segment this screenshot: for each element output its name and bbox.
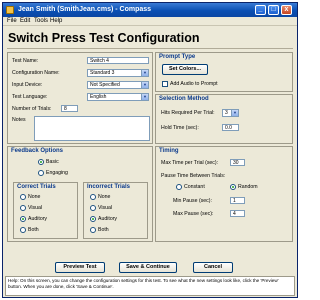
feedback-options-title: Feedback Options — [11, 148, 64, 154]
incorrect-visual-radio[interactable] — [90, 205, 96, 211]
menu-bar: File Edit Tools Help — [3, 17, 297, 26]
help-text: Help: On this screen, you can change the… — [5, 276, 295, 296]
selection-method-title: Selection Method — [159, 96, 209, 102]
selection-method-panel: Selection Method Hits Required Per Trial… — [155, 94, 293, 144]
input-device-label: Input Device: — [12, 82, 43, 88]
test-language-select[interactable]: English ▼ — [87, 93, 149, 101]
feedback-options-panel: Feedback Options Basic Engaging Correct … — [7, 146, 153, 242]
incorrect-none-label: None — [98, 194, 111, 200]
app-icon — [6, 6, 14, 14]
incorrect-auditory-radio[interactable] — [90, 216, 96, 222]
pause-time-label: Pause Time Between Trials: — [161, 173, 226, 179]
min-pause-label: Min Pause (sec): — [173, 198, 212, 204]
menu-help[interactable]: Help — [50, 18, 62, 24]
timing-title: Timing — [159, 148, 179, 154]
notes-label: Notes — [12, 117, 26, 123]
pause-random-radio[interactable] — [230, 184, 236, 190]
chevron-down-icon[interactable]: ▼ — [231, 110, 238, 116]
correct-none-label: None — [28, 194, 41, 200]
correct-none-radio[interactable] — [20, 194, 26, 200]
configuration-name-select[interactable]: Standard 3 ▼ — [87, 69, 149, 77]
timing-panel: Timing Max Time per Trial (sec): 30 Paus… — [155, 146, 293, 242]
incorrect-both-label: Both — [98, 227, 109, 233]
title-bar[interactable]: Jean Smith (SmithJean.cms) - Compass _ □… — [3, 3, 297, 17]
pause-constant-label: Constant — [184, 184, 205, 190]
test-details-panel: Test Name: Switch 4 Configuration Name: … — [7, 52, 153, 144]
test-language-label: Test Language: — [12, 94, 48, 100]
hits-required-label: Hits Required Per Trial: — [161, 110, 215, 116]
pause-constant-radio[interactable] — [176, 184, 182, 190]
input-device-value: Not Specified — [90, 82, 120, 88]
number-of-trials-label: Number of Trials: — [12, 106, 52, 112]
min-pause-field[interactable]: 1 — [230, 197, 245, 204]
menu-file[interactable]: File — [7, 18, 17, 24]
menu-tools[interactable]: Tools — [34, 18, 48, 24]
correct-auditory-radio[interactable] — [20, 216, 26, 222]
feedback-basic-label: Basic — [46, 159, 59, 165]
close-button[interactable]: x — [281, 5, 292, 15]
configuration-name-value: Standard 3 — [90, 70, 115, 76]
max-time-label: Max Time per Trial (sec): — [161, 160, 219, 166]
correct-auditory-label: Auditory — [28, 216, 48, 222]
correct-visual-radio[interactable] — [20, 205, 26, 211]
notes-textarea[interactable] — [34, 116, 150, 141]
correct-visual-label: Visual — [28, 205, 43, 211]
window-title: Jean Smith (SmithJean.cms) - Compass — [18, 6, 152, 13]
incorrect-auditory-label: Auditory — [98, 216, 118, 222]
menu-edit[interactable]: Edit — [20, 18, 30, 24]
max-time-field[interactable]: 30 — [230, 159, 245, 166]
chevron-down-icon[interactable]: ▼ — [141, 94, 148, 100]
test-name-field[interactable]: Switch 4 — [87, 57, 149, 64]
max-pause-label: Max Pause (sec): — [173, 211, 214, 217]
title-divider — [7, 48, 293, 49]
feedback-basic-radio[interactable] — [38, 159, 44, 165]
test-language-value: English — [90, 94, 107, 100]
hits-required-select[interactable]: 3 ▼ — [222, 109, 239, 117]
add-audio-checkbox[interactable] — [162, 81, 168, 87]
correct-trials-title: Correct Trials — [17, 184, 56, 190]
incorrect-visual-label: Visual — [98, 205, 113, 211]
incorrect-both-radio[interactable] — [90, 227, 96, 233]
hold-time-field[interactable]: 0.0 — [222, 124, 239, 131]
correct-both-label: Both — [28, 227, 39, 233]
feedback-engaging-label: Engaging — [46, 170, 68, 176]
incorrect-trials-title: Incorrect Trials — [87, 184, 131, 190]
prompt-type-title: Prompt Type — [159, 54, 196, 60]
incorrect-none-radio[interactable] — [90, 194, 96, 200]
incorrect-trials-panel: Incorrect Trials None Visual Auditory Bo… — [83, 182, 148, 239]
minimize-button[interactable]: _ — [255, 5, 266, 15]
test-name-label: Test Name: — [12, 58, 39, 64]
maximize-button[interactable]: □ — [268, 5, 279, 15]
configuration-name-label: Configuration Name: — [12, 70, 60, 76]
preview-test-button[interactable]: Preview Test — [55, 262, 105, 273]
chevron-down-icon[interactable]: ▼ — [141, 70, 148, 76]
correct-trials-panel: Correct Trials None Visual Auditory Both — [13, 182, 78, 239]
max-pause-field[interactable]: 4 — [230, 210, 245, 217]
hold-time-label: Hold Time (sec): — [161, 125, 199, 131]
number-of-trials-field[interactable]: 8 — [61, 105, 78, 112]
add-audio-label: Add Audio to Prompt — [170, 81, 218, 87]
page-title: Switch Press Test Configuration — [8, 31, 200, 45]
correct-both-radio[interactable] — [20, 227, 26, 233]
chevron-down-icon[interactable]: ▼ — [141, 82, 148, 88]
application-window: Jean Smith (SmithJean.cms) - Compass _ □… — [2, 2, 298, 298]
hits-required-value: 3 — [225, 110, 228, 116]
prompt-type-panel: Prompt Type Set Colors... Add Audio to P… — [155, 52, 293, 92]
pause-random-label: Random — [238, 184, 258, 190]
feedback-engaging-radio[interactable] — [38, 170, 44, 176]
save-continue-button[interactable]: Save & Continue — [119, 262, 177, 273]
set-colors-button[interactable]: Set Colors... — [162, 64, 208, 75]
cancel-button[interactable]: Cancel — [193, 262, 233, 273]
input-device-select[interactable]: Not Specified ▼ — [87, 81, 149, 89]
